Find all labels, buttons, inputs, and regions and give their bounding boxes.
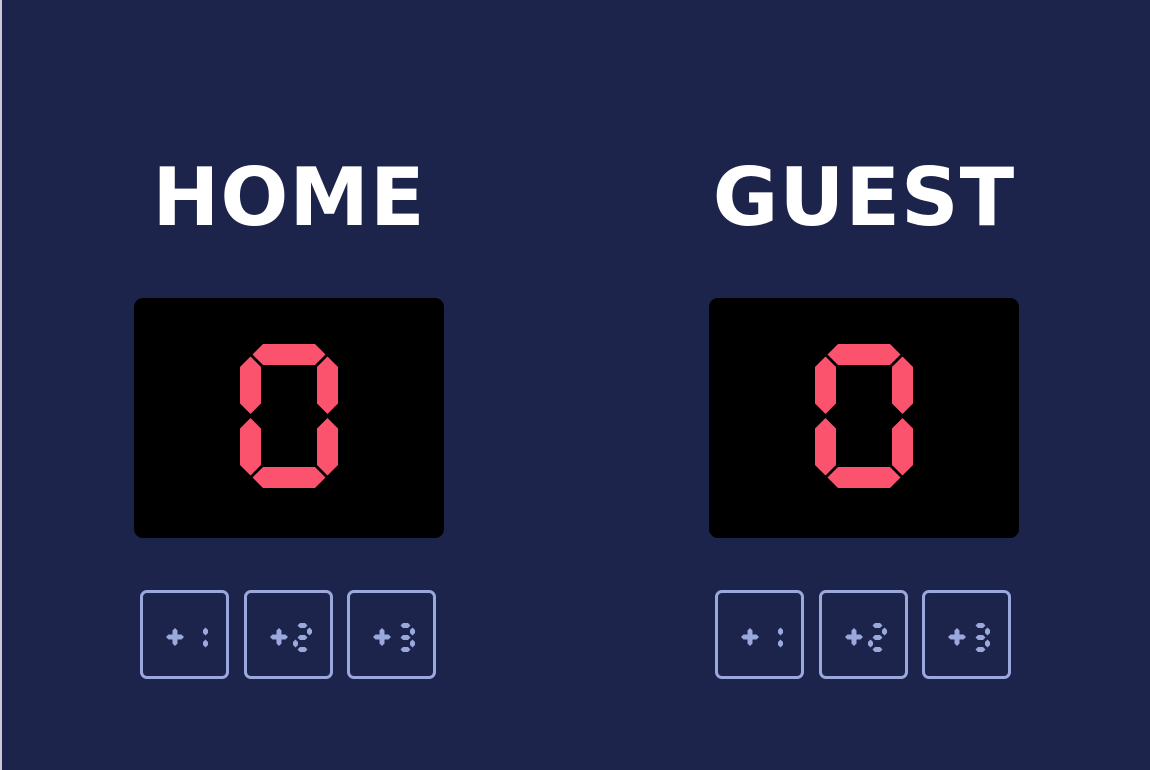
home-add-1-label-digit-0-segment-b (203, 627, 208, 636)
guest-add-3-label-digit-0-segment-b (985, 627, 990, 636)
home-score-digit-0-segment-a (252, 344, 326, 365)
guest-score-display: 0 (709, 298, 1019, 538)
guest-add-2-label-plus-vertical (851, 628, 857, 646)
home-score-digit-0-segment-f (240, 356, 261, 414)
home-add-3-label-digit-0-segment-b (410, 627, 415, 636)
home-add-3-label-digit-0-segment-a (400, 623, 411, 628)
guest-add-1-label (741, 627, 783, 648)
guest-score-digit-0-segment-f (815, 356, 836, 414)
home-add-2-label-digit-0-segment-e (293, 639, 298, 648)
home-score-digit-0-segment-c (317, 418, 338, 476)
guest-add-2-label-digit-0-segment-g (872, 635, 883, 640)
home-score-digit-0-segment-e (240, 418, 261, 476)
guest-add-2-label (845, 623, 887, 652)
home-score-digit-0-segment-b (317, 356, 338, 414)
guest-add-3-label-digit-0-segment-c (985, 639, 990, 648)
guest-add-3-label (948, 623, 990, 652)
guest-add-2-label-digit-0-segment-b (882, 627, 887, 636)
home-add-1-label-plus-vertical (172, 628, 178, 646)
home-add-2-label-digit-0-segment-g (297, 635, 308, 640)
guest-add-2-label-digit-0-segment-a (872, 623, 883, 628)
home-add-3-label-digit-0-segment-d (400, 647, 411, 652)
home-add-2-label (270, 623, 312, 652)
guest-add-2-label-digit-0-segment-e (868, 639, 873, 648)
home-add-2-label-digit-0-segment-a (297, 623, 308, 628)
home-add-2-label-digit-0-segment-b (307, 627, 312, 636)
guest-add-3-button[interactable]: +3 (922, 590, 1011, 679)
guest-score-digit-0-segment-a (827, 344, 901, 365)
guest-score-digit-0-segment-d (827, 467, 901, 488)
guest-add-3-label-plus-vertical (954, 628, 960, 646)
guest-add-1-label-digit-0-segment-c (778, 639, 783, 648)
home-add-1-label (166, 627, 208, 648)
home-add-3-label (373, 623, 415, 652)
home-add-3-label-digit-0-segment-c (410, 639, 415, 648)
guest-score-digit (815, 344, 913, 488)
guest-add-1-label-digit-0-segment-b (778, 627, 783, 636)
guest-add-1-button[interactable]: +1 (715, 590, 804, 679)
home-score-buttons: +1 +2 +3 (140, 590, 436, 680)
home-add-2-label-digit-0-segment-d (297, 647, 308, 652)
guest-add-3-label-digit-0-segment-g (975, 635, 986, 640)
home-score-digit (240, 344, 338, 488)
home-add-2-label-plus-vertical (276, 628, 282, 646)
home-add-3-label-plus-vertical (379, 628, 385, 646)
guest-add-2-button[interactable]: +2 (819, 590, 908, 679)
home-add-1-label-digit-0-segment-c (203, 639, 208, 648)
guest-add-3-label-digit-0-segment-a (975, 623, 986, 628)
guest-team-name: GUEST (712, 151, 1016, 244)
home-add-3-button[interactable]: +3 (347, 590, 436, 679)
guest-team-panel: GUEST 0 +1 +2 +3 (709, 0, 1019, 770)
guest-score-digit-0-segment-c (892, 418, 913, 476)
home-add-2-button[interactable]: +2 (244, 590, 333, 679)
guest-score-digit-0-segment-b (892, 356, 913, 414)
guest-add-2-label-digit-0-segment-d (872, 647, 883, 652)
home-team-panel: HOME 0 +1 +2 +3 (134, 0, 444, 770)
home-score-display: 0 (134, 298, 444, 538)
guest-add-1-label-plus-vertical (747, 628, 753, 646)
guest-score-buttons: +1 +2 +3 (715, 590, 1011, 680)
home-add-3-label-digit-0-segment-g (400, 635, 411, 640)
home-score-digit-0-segment-d (252, 467, 326, 488)
guest-score-digit-0-segment-e (815, 418, 836, 476)
left-edge-divider (0, 0, 2, 770)
scoreboard: HOME 0 +1 +2 +3 GUEST 0 (0, 0, 1150, 770)
guest-add-3-label-digit-0-segment-d (975, 647, 986, 652)
home-team-name: HOME (152, 151, 426, 244)
home-add-1-button[interactable]: +1 (140, 590, 229, 679)
